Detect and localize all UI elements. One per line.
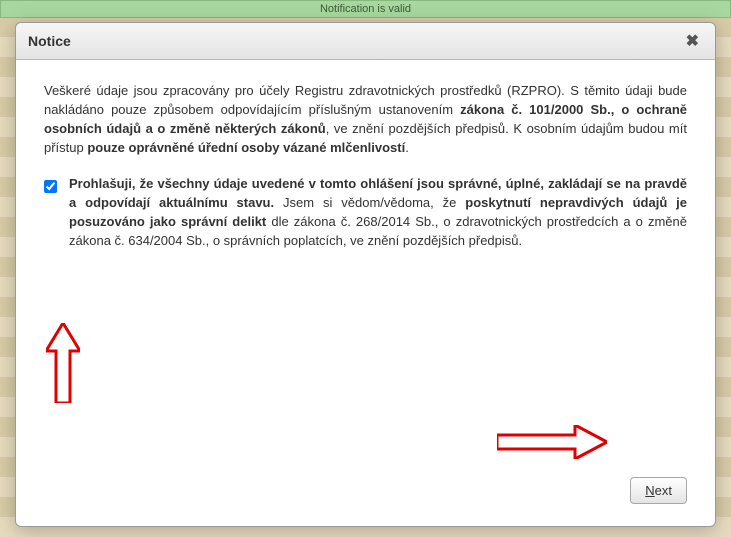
- notice-modal: Notice ✖ Veškeré údaje jsou zpracovány p…: [15, 22, 716, 527]
- modal-footer: Next: [16, 477, 715, 526]
- decl-text-1: Jsem si vědom/vědoma, že: [274, 195, 465, 210]
- next-rest: ext: [655, 483, 672, 498]
- next-mnemonic: N: [645, 483, 654, 498]
- intro-paragraph: Veškeré údaje jsou zpracovány pro účely …: [44, 82, 687, 157]
- modal-title: Notice: [28, 33, 71, 49]
- annotation-arrow-up-icon: [46, 323, 80, 403]
- next-button[interactable]: Next: [630, 477, 687, 504]
- annotation-arrow-right-icon: [497, 425, 607, 459]
- intro-text-3: .: [405, 140, 409, 155]
- notification-text: Notification is valid: [320, 3, 411, 15]
- notification-banner: Notification is valid: [0, 0, 731, 18]
- intro-bold-2: pouze oprávněné úřední osoby vázané mlče…: [87, 140, 405, 155]
- declaration-paragraph: Prohlašuji, že všechny údaje uvedené v t…: [69, 175, 687, 250]
- declaration-row: Prohlašuji, že všechny údaje uvedené v t…: [44, 175, 687, 250]
- close-icon[interactable]: ✖: [682, 31, 703, 51]
- modal-body: Veškeré údaje jsou zpracovány pro účely …: [16, 60, 715, 477]
- modal-header: Notice ✖: [16, 23, 715, 60]
- declaration-checkbox[interactable]: [44, 180, 57, 193]
